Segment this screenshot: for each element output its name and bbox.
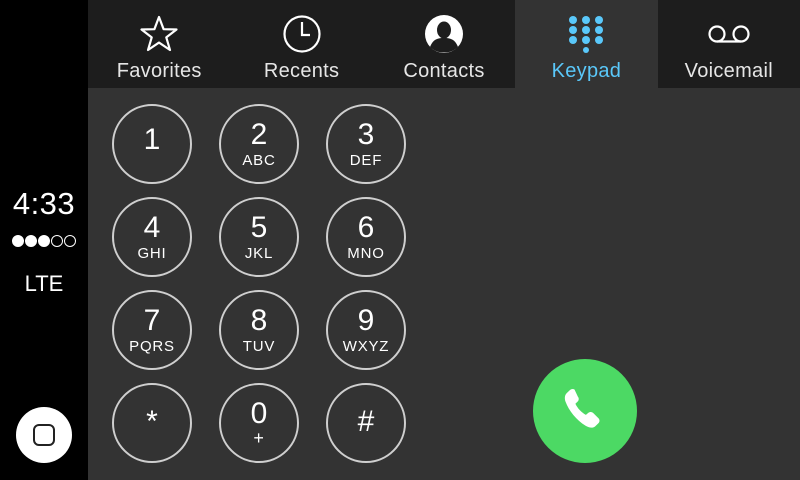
home-icon [33, 424, 55, 446]
key-letters: DEF [349, 152, 383, 169]
key-digit: 9 [357, 304, 375, 337]
key-1[interactable]: 1 [112, 104, 192, 184]
key-letters: MNO [347, 245, 385, 262]
key-digit: # [357, 405, 375, 438]
status-time: 4:33 [12, 186, 76, 221]
keypad-icon [567, 12, 605, 56]
contact-icon [424, 12, 464, 56]
tab-recents[interactable]: Recents [230, 0, 372, 88]
signal-dot [12, 235, 24, 247]
key-digit: * [146, 405, 158, 438]
key-digit: 7 [143, 304, 161, 337]
key-7[interactable]: 7 PQRS [112, 290, 192, 370]
status-rail: 4:33 LTE [0, 0, 88, 480]
tab-label: Keypad [551, 60, 622, 82]
clock-icon [282, 12, 322, 56]
key-5[interactable]: 5 JKL [219, 197, 299, 277]
key-digit: 0 [250, 396, 268, 430]
key-star[interactable]: * [112, 383, 192, 463]
signal-dot [64, 235, 76, 247]
key-digit: 3 [357, 118, 375, 151]
key-2[interactable]: 2 ABC [219, 104, 299, 184]
phone-icon [561, 385, 609, 438]
tab-label: Voicemail [684, 60, 773, 82]
key-letters: PQRS [129, 338, 175, 355]
signal-dot [38, 235, 50, 247]
key-digit: 1 [143, 123, 161, 156]
key-digit: 4 [143, 211, 161, 244]
tab-voicemail[interactable]: Voicemail [658, 0, 800, 88]
network-type: LTE [24, 271, 64, 296]
tab-bar: Favorites Recents Contacts Keypad Voicem… [88, 0, 800, 88]
tab-label: Favorites [116, 60, 202, 82]
tab-label: Contacts [403, 60, 485, 82]
key-letters: ABC [242, 152, 276, 169]
call-button[interactable] [533, 359, 637, 463]
voicemail-icon [707, 12, 751, 56]
tab-keypad[interactable]: Keypad [515, 0, 658, 88]
star-icon [140, 12, 178, 56]
key-letters: GHI [137, 245, 167, 262]
key-letters: JKL [244, 245, 274, 262]
key-digit: 5 [250, 211, 268, 244]
carplay-phone-screen: 4:33 LTE Favorites Recents Contacts Keyp… [0, 0, 800, 480]
key-hash[interactable]: # [326, 383, 406, 463]
key-digit: 2 [250, 118, 268, 151]
tab-contacts[interactable]: Contacts [373, 0, 515, 88]
key-8[interactable]: 8 TUV [219, 290, 299, 370]
key-3[interactable]: 3 DEF [326, 104, 406, 184]
signal-dot [51, 235, 63, 247]
key-0[interactable]: 0 + [219, 383, 299, 463]
tab-favorites[interactable]: Favorites [88, 0, 230, 88]
key-4[interactable]: 4 GHI [112, 197, 192, 277]
key-digit: 6 [357, 211, 375, 244]
key-letters: TUV [242, 338, 276, 355]
key-letters: WXYZ [342, 338, 390, 355]
tab-label: Recents [263, 60, 340, 82]
key-digit: 8 [250, 304, 268, 337]
home-button[interactable] [16, 407, 72, 463]
key-letters: + [253, 427, 265, 448]
key-6[interactable]: 6 MNO [326, 197, 406, 277]
key-9[interactable]: 9 WXYZ [326, 290, 406, 370]
signal-strength-icon [12, 235, 76, 247]
signal-dot [25, 235, 37, 247]
